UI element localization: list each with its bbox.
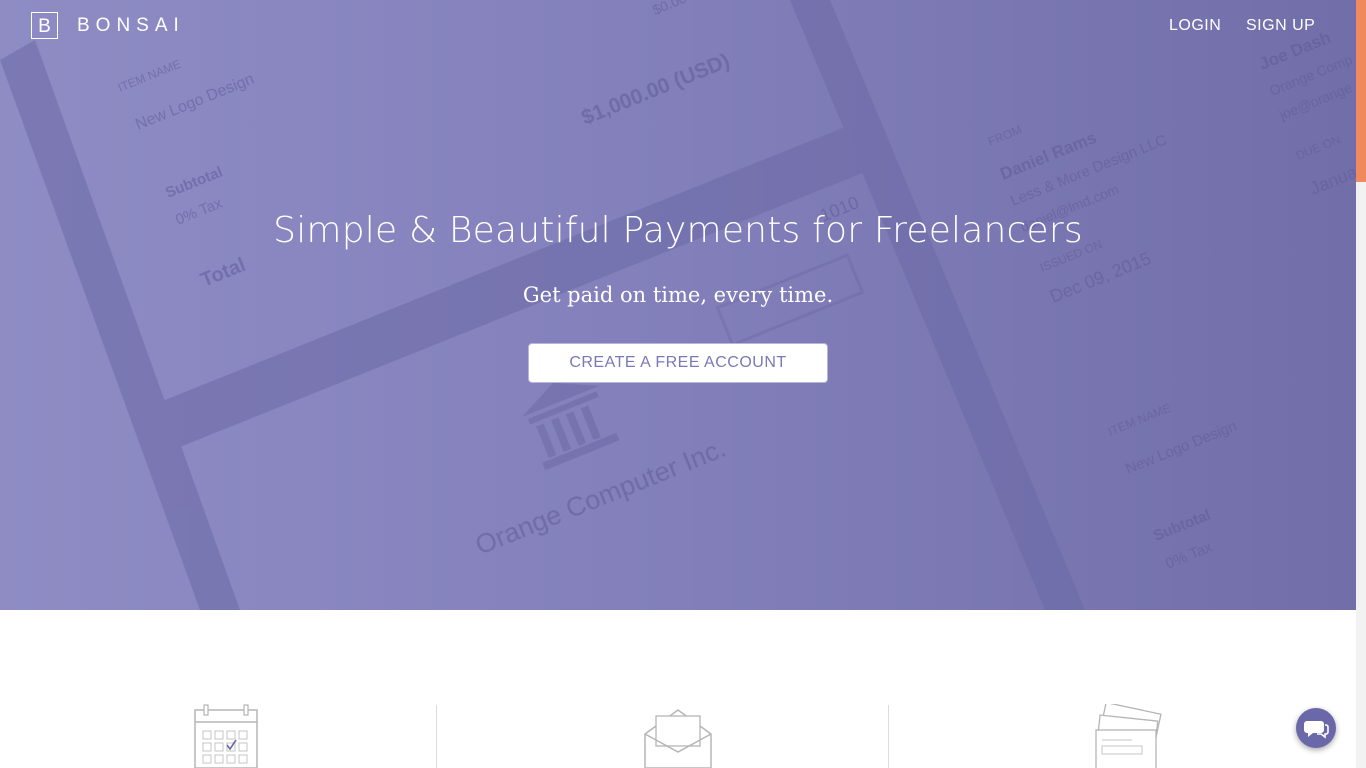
invoice-stack-icon bbox=[1095, 704, 1162, 768]
hero-section: $0.00 ITEM NAME New Logo Design $1,000.0… bbox=[0, 0, 1356, 610]
svg-text:0% Tax: 0% Tax bbox=[1163, 538, 1215, 572]
envelope-icon bbox=[644, 709, 712, 768]
chat-button[interactable] bbox=[1296, 708, 1336, 748]
feature-divider bbox=[888, 705, 889, 768]
feature-divider bbox=[436, 705, 437, 768]
top-navigation: B BONSAI LOGIN SIGN UP bbox=[0, 0, 1356, 54]
scrollbar-thumb[interactable] bbox=[1356, 0, 1366, 182]
svg-text:ITEM NAME: ITEM NAME bbox=[116, 57, 183, 95]
hero-subtitle: Get paid on time, every time. bbox=[522, 283, 834, 307]
features-section bbox=[0, 610, 1356, 768]
svg-text:Janua: Janua bbox=[1307, 161, 1356, 198]
svg-text:Subtotal: Subtotal bbox=[1151, 506, 1213, 544]
create-account-button[interactable]: CREATE A FREE ACCOUNT bbox=[528, 343, 828, 383]
svg-text:$1,000.00 (USD): $1,000.00 (USD) bbox=[578, 49, 733, 129]
signup-link[interactable]: SIGN UP bbox=[1246, 17, 1315, 35]
logo-mark[interactable]: B bbox=[31, 12, 58, 39]
svg-text:DUE ON: DUE ON bbox=[1294, 132, 1343, 162]
hero-title: Simple & Beautiful Payments for Freelanc… bbox=[273, 210, 1083, 251]
svg-text:ITEM NAME: ITEM NAME bbox=[1106, 401, 1173, 439]
svg-text:FROM: FROM bbox=[986, 123, 1024, 149]
logo-wordmark[interactable]: BONSAI bbox=[77, 15, 185, 37]
login-link[interactable]: LOGIN bbox=[1169, 17, 1221, 35]
chat-icon bbox=[1304, 721, 1329, 739]
calendar-icon bbox=[194, 704, 258, 768]
svg-text:Orange Computer Inc.: Orange Computer Inc. bbox=[471, 433, 730, 561]
